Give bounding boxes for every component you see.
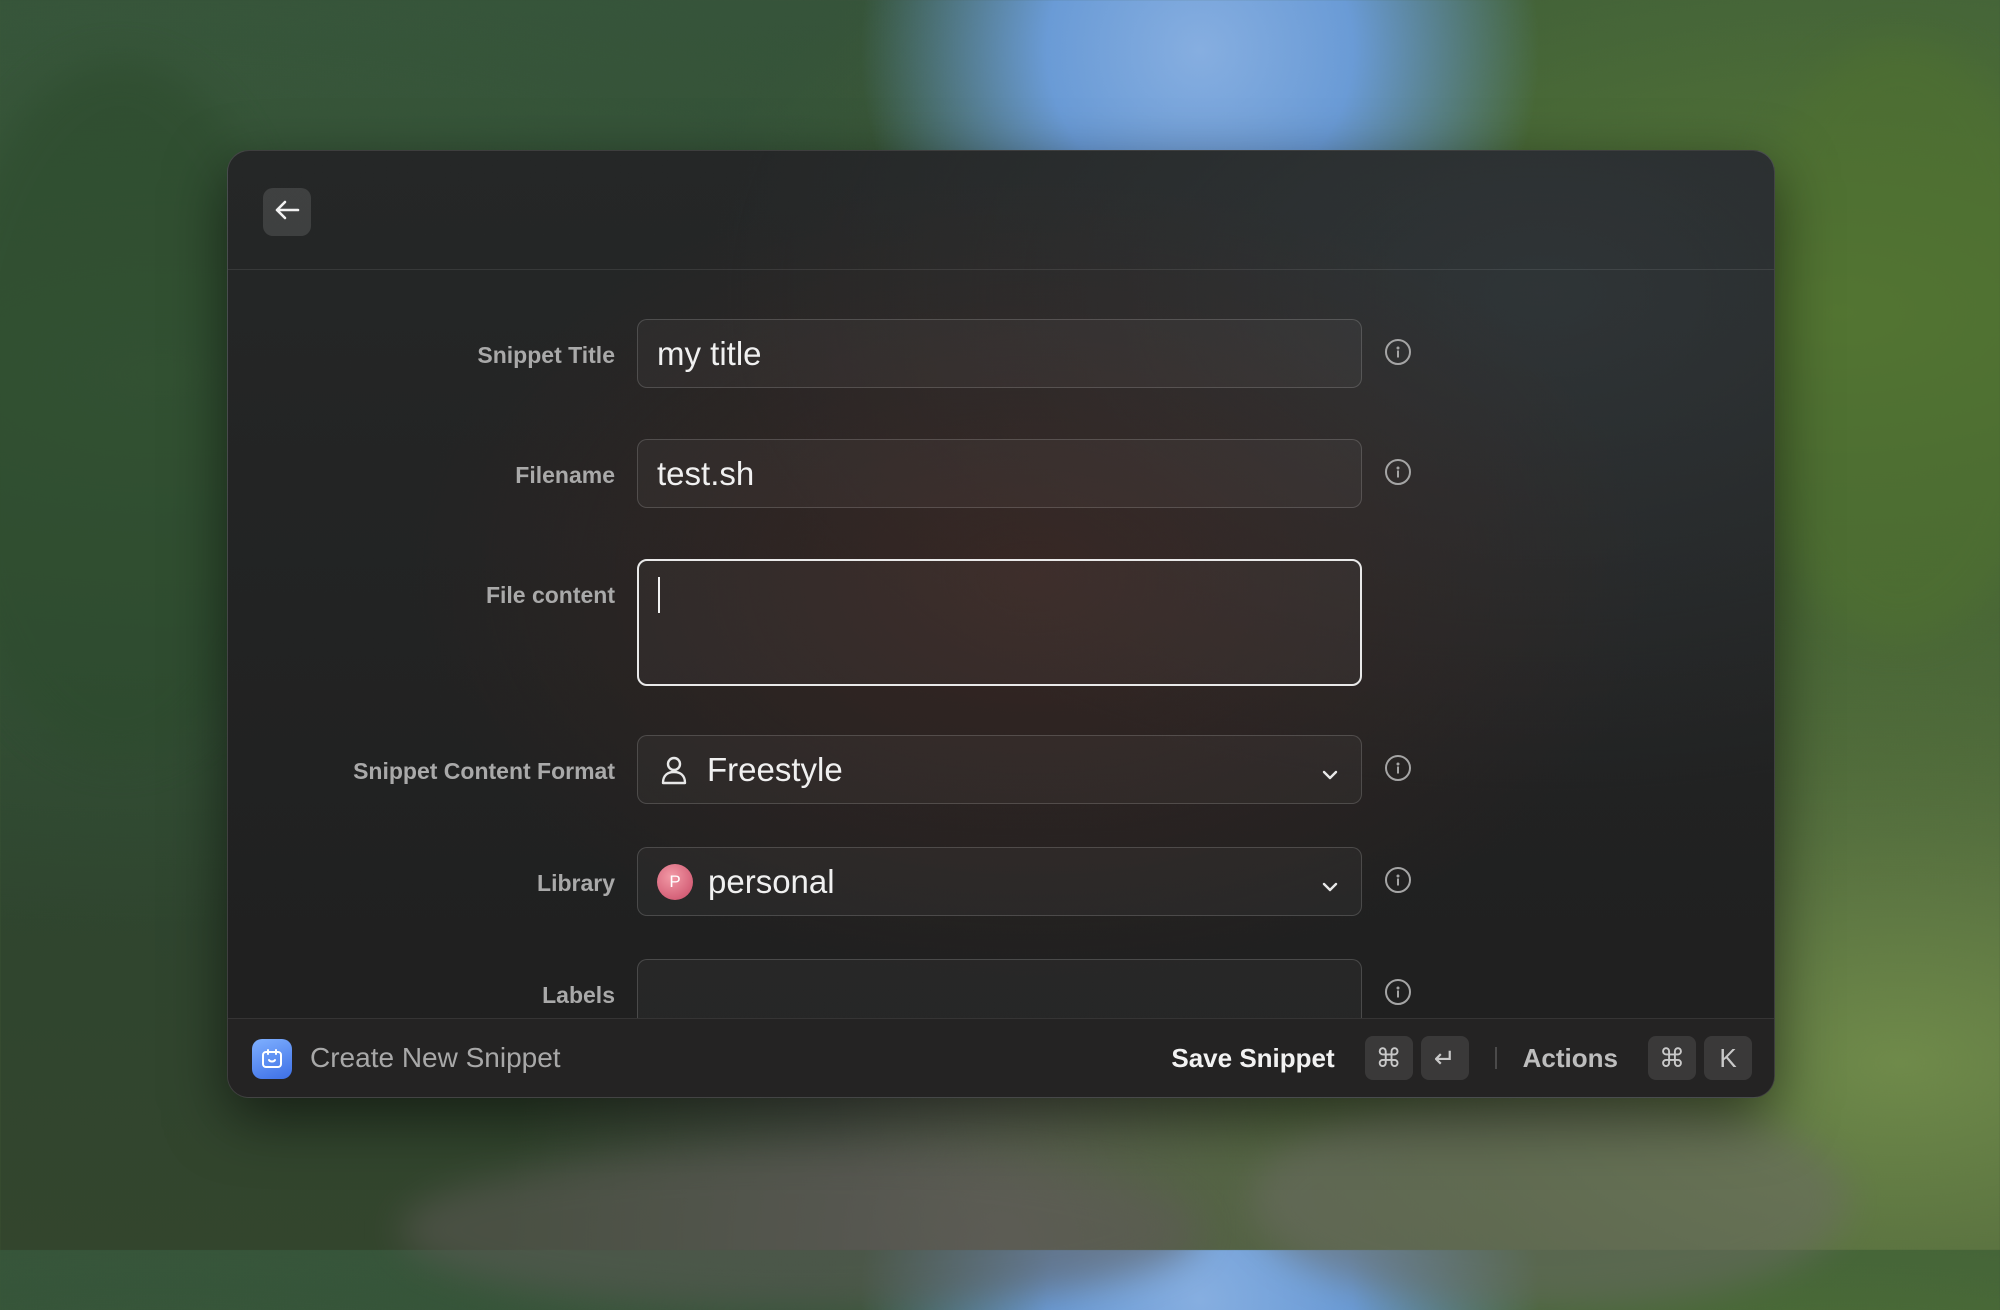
- chevron-down-icon: [1321, 863, 1339, 901]
- library-avatar: P: [657, 863, 693, 900]
- person-icon: [657, 753, 691, 787]
- background-rocks: [1250, 1090, 1850, 1310]
- command-key-icon: ⌘: [1364, 1036, 1413, 1080]
- library-select[interactable]: P personal: [637, 847, 1362, 916]
- snippet-window: Snippet Title my title Filename test.sh …: [227, 150, 1775, 1098]
- snippet-title-value: my title: [657, 334, 762, 372]
- command-key-icon: ⌘: [1648, 1036, 1696, 1080]
- k-key: K: [1704, 1036, 1752, 1080]
- snippet-title-input[interactable]: my title: [637, 319, 1362, 388]
- save-snippet-button[interactable]: Save Snippet: [1171, 1043, 1334, 1074]
- info-icon[interactable]: [1385, 339, 1411, 365]
- background-roof: [400, 1150, 1200, 1310]
- snippet-title-label: Snippet Title: [477, 342, 615, 368]
- file-content-textarea[interactable]: [637, 559, 1362, 686]
- info-icon[interactable]: [1385, 459, 1411, 485]
- return-key-icon: ↵: [1420, 1036, 1469, 1080]
- content-format-select[interactable]: Freestyle: [637, 735, 1362, 804]
- chevron-down-icon: [1321, 751, 1339, 789]
- action-footer: Create New Snippet Save Snippet ⌘ ↵ Acti…: [228, 1018, 1774, 1097]
- library-label: Library: [537, 870, 615, 896]
- info-icon[interactable]: [1385, 755, 1411, 781]
- content-format-label: Snippet Content Format: [353, 758, 615, 784]
- snippet-app-icon: [252, 1039, 292, 1079]
- divider: [1494, 1047, 1497, 1069]
- info-icon[interactable]: [1385, 979, 1411, 1005]
- text-caret: [658, 577, 660, 613]
- content-format-value: Freestyle: [707, 750, 843, 788]
- library-value: personal: [708, 862, 835, 900]
- filename-input[interactable]: test.sh: [637, 439, 1362, 508]
- actions-button[interactable]: Actions: [1523, 1043, 1618, 1074]
- background-foliage: [1740, 40, 2000, 640]
- file-content-label: File content: [485, 582, 615, 608]
- labels-input[interactable]: [637, 959, 1362, 1018]
- filename-value: test.sh: [657, 454, 755, 492]
- form-fields: Snippet Title my title Filename test.sh …: [228, 151, 1774, 1018]
- footer-title: Create New Snippet: [310, 1042, 561, 1073]
- filename-label: Filename: [515, 462, 615, 488]
- info-icon[interactable]: [1385, 867, 1411, 893]
- footer-actions: Save Snippet ⌘ ↵ Actions ⌘ K: [1171, 1019, 1752, 1097]
- labels-label: Labels: [542, 982, 615, 1008]
